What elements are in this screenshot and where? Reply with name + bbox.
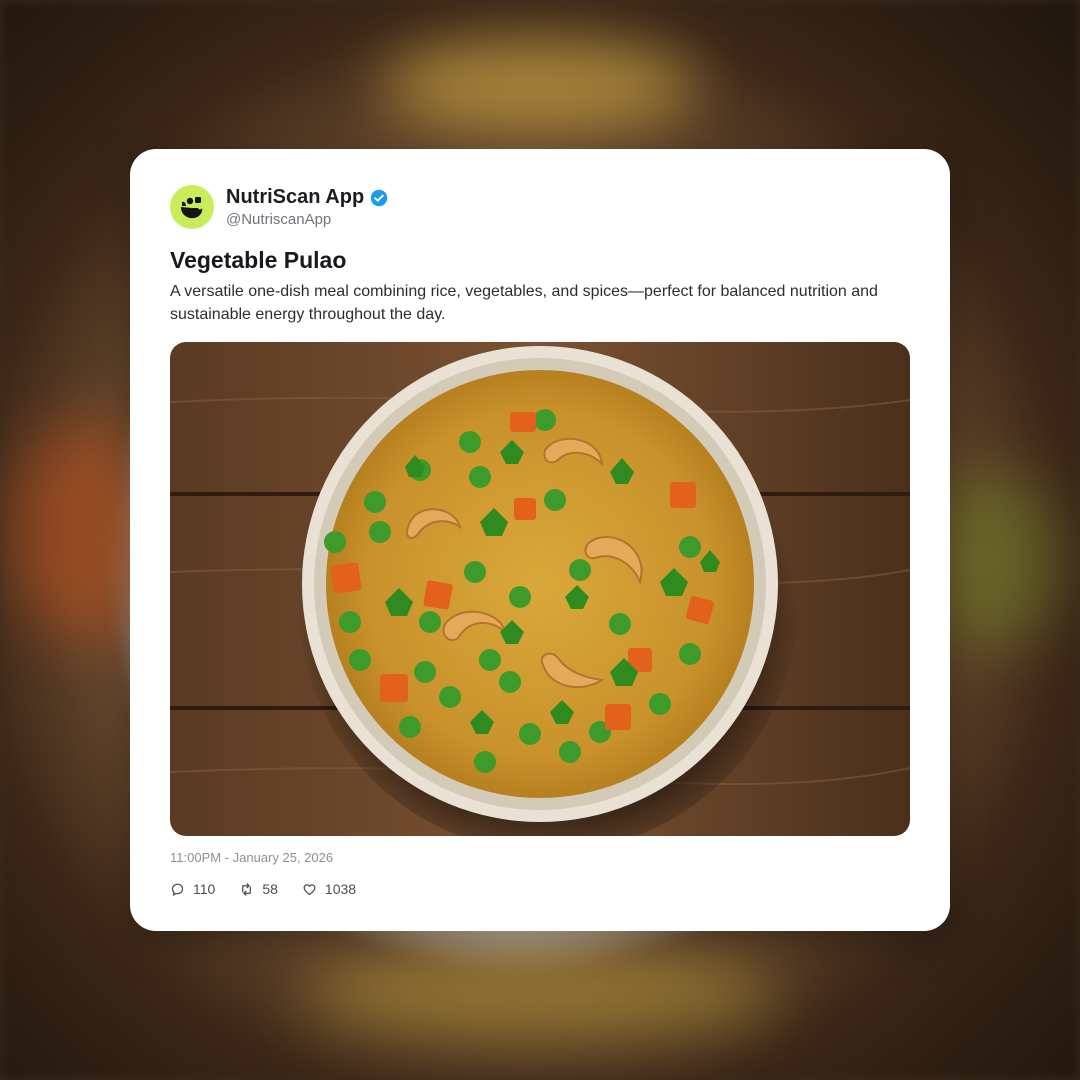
verified-badge-icon xyxy=(370,189,388,206)
like-button[interactable]: 1038 xyxy=(302,881,356,897)
post-stats-bar: 110 58 1038 xyxy=(170,881,380,897)
nutriscan-logo-icon xyxy=(181,197,203,219)
repost-count: 58 xyxy=(262,881,278,897)
repost-icon xyxy=(242,882,252,896)
heart-icon xyxy=(303,883,316,895)
like-count: 1038 xyxy=(324,881,357,897)
post-title: Vegetable Pulao xyxy=(170,247,347,273)
background-blur-spot xyxy=(380,40,700,130)
vegetable-pulao-image xyxy=(170,342,910,836)
avatar[interactable] xyxy=(170,185,214,229)
account-handle[interactable]: @NutriscanApp xyxy=(226,211,331,228)
repost-button[interactable]: 58 xyxy=(239,881,278,897)
post-description: A versatile one-dish meal combining rice… xyxy=(170,283,878,323)
reply-count: 110 xyxy=(193,881,216,897)
background-blur-spot xyxy=(300,950,780,1040)
post-card: NutriScan App @NutriscanApp Vegetable Pu… xyxy=(130,149,950,931)
comment-icon xyxy=(171,883,184,896)
reply-button[interactable]: 110 xyxy=(170,881,215,897)
account-name[interactable]: NutriScan App xyxy=(226,186,364,209)
post-photo[interactable] xyxy=(170,342,910,836)
post-timestamp: 11:00PM - January 25, 2026 xyxy=(170,850,334,865)
account-name-row: NutriScan App xyxy=(226,186,388,209)
